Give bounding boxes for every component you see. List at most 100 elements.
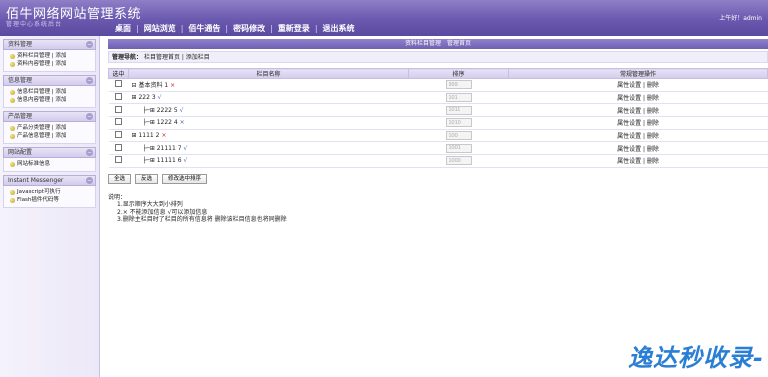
row-checkbox[interactable] — [114, 93, 122, 101]
sort-input[interactable] — [445, 93, 472, 103]
row-ops-cell[interactable]: 属性设置 | 删除 — [508, 103, 768, 118]
category-name[interactable]: 1111 — [138, 132, 153, 139]
sidebar-link[interactable]: Javascript可执行 — [10, 188, 95, 196]
sidebar-link-label[interactable]: 产品信息管理 | 添加 — [17, 132, 66, 140]
table-header-row: 选中 栏目名称 排序 常规管理操作 — [108, 68, 768, 79]
breadcrumb-label: 管理导航： — [112, 54, 143, 61]
sort-input[interactable] — [445, 105, 472, 115]
row-ops-links[interactable]: 属性设置 | 删除 — [617, 108, 659, 115]
main-content: 资料栏目管理 管理首页 管理导航： 栏目管理首页 | 添加栏目 选中 栏目名称 … — [108, 39, 768, 377]
collapse-icon[interactable]: − — [86, 77, 93, 84]
add-permission-mark: √ — [179, 106, 184, 114]
row-checkbox[interactable] — [114, 156, 122, 164]
add-permission-mark: × — [161, 132, 167, 140]
bullet-icon — [10, 133, 15, 139]
row-ops-cell[interactable]: 属性设置 | 删除 — [508, 78, 768, 92]
sidebar-group-body: 网站标准信息 — [3, 158, 96, 172]
category-name[interactable]: 2222 — [157, 107, 172, 114]
sidebar-link[interactable]: Flash插件代码等 — [10, 196, 95, 204]
row-select-cell — [108, 141, 129, 156]
row-ops-links[interactable]: 属性设置 | 删除 — [617, 120, 659, 127]
category-name[interactable]: 11111 — [157, 157, 176, 164]
table-row: ├─⊞ 21111 7 √ 属性设置 | 删除 — [108, 141, 768, 156]
row-ops-cell[interactable]: 属性设置 | 删除 — [508, 116, 768, 130]
sidebar-group-title[interactable]: Instant Messenger − — [3, 175, 96, 186]
row-checkbox[interactable] — [114, 105, 122, 113]
sidebar-link-label[interactable]: Flash插件代码等 — [17, 196, 59, 204]
row-ops-cell[interactable]: 属性设置 | 删除 — [508, 154, 768, 168]
sidebar-link[interactable]: 资料内容管理 | 添加 — [10, 60, 95, 68]
sidebar-link-label[interactable]: 产品分类管理 | 添加 — [17, 124, 66, 132]
sidebar-link[interactable]: 信息栏目管理 | 添加 — [10, 88, 95, 96]
sidebar-group-title[interactable]: 资料管理 − — [3, 39, 96, 50]
item-count: 5 — [173, 106, 178, 114]
sidebar-link[interactable]: 产品分类管理 | 添加 — [10, 124, 95, 132]
sidebar-group-title[interactable]: 网站配置 − — [3, 147, 96, 158]
row-ops-cell[interactable]: 属性设置 | 删除 — [508, 129, 768, 143]
category-name[interactable]: 222 — [138, 94, 149, 101]
sort-input[interactable] — [445, 143, 472, 153]
collapse-icon[interactable]: − — [86, 177, 93, 184]
row-ops-cell[interactable]: 属性设置 | 删除 — [508, 141, 768, 156]
row-name-cell: ├─⊞ 21111 7 √ — [128, 141, 409, 156]
bullet-icon — [10, 97, 15, 103]
row-ops-cell[interactable]: 属性设置 | 删除 — [508, 91, 768, 105]
nav-desktop[interactable]: 桌面 — [110, 23, 136, 34]
row-checkbox[interactable] — [114, 118, 122, 126]
row-checkbox[interactable] — [114, 143, 122, 151]
sort-input[interactable] — [445, 131, 472, 141]
category-name[interactable]: 21111 — [157, 145, 176, 152]
user-greeting: 上午好！admin — [719, 15, 762, 22]
sidebar-link[interactable]: 网站标准信息 — [10, 160, 95, 168]
sidebar-link[interactable]: 产品信息管理 | 添加 — [10, 132, 95, 140]
row-checkbox[interactable] — [114, 80, 122, 88]
sort-input[interactable] — [445, 118, 472, 128]
row-ops-links[interactable]: 属性设置 | 删除 — [617, 95, 659, 102]
top-nav: 桌面 | 网站浏览 | 佰牛通告 | 密码修改 | 重新登录 | 退出系统 — [110, 21, 360, 36]
collapse-icon[interactable]: − — [86, 149, 93, 156]
bullet-icon — [10, 189, 15, 195]
bullet-icon — [10, 161, 15, 167]
row-ops-links[interactable]: 属性设置 | 删除 — [617, 82, 659, 89]
category-name[interactable]: 基本资料 — [138, 82, 162, 89]
row-ops-links[interactable]: 属性设置 | 删除 — [617, 133, 659, 140]
invert-selection-button[interactable]: 反选 — [135, 173, 159, 184]
nav-relogin[interactable]: 重新登录 — [273, 23, 315, 34]
sidebar-link-label[interactable]: 资料栏目管理 | 添加 — [17, 52, 66, 60]
sidebar-link[interactable]: 资料栏目管理 | 添加 — [10, 52, 95, 60]
row-select-cell — [108, 103, 129, 118]
breadcrumb-links[interactable]: 栏目管理首页 | 添加栏目 — [144, 54, 210, 61]
sidebar-link-label[interactable]: Javascript可执行 — [17, 188, 60, 196]
row-checkbox[interactable] — [114, 131, 122, 139]
category-name[interactable]: 1222 — [157, 119, 172, 126]
item-count: 3 — [151, 94, 156, 102]
sidebar-link-label[interactable]: 信息栏目管理 | 添加 — [17, 88, 66, 96]
nav-change-password[interactable]: 密码修改 — [228, 23, 270, 34]
sidebar-group-body: 资料栏目管理 | 添加 资料内容管理 | 添加 — [3, 50, 96, 72]
collapse-icon[interactable]: − — [86, 41, 93, 48]
tree-prefix: ├─⊞ — [142, 144, 155, 152]
row-ops-links[interactable]: 属性设置 | 删除 — [617, 146, 659, 153]
row-name-cell: ⊟ 基本资料 1 × — [128, 78, 409, 92]
collapse-icon[interactable]: − — [86, 113, 93, 120]
sidebar-link-label[interactable]: 信息内容管理 | 添加 — [17, 96, 66, 104]
nav-browse-site[interactable]: 网站浏览 — [139, 23, 181, 34]
sort-input[interactable] — [445, 80, 472, 90]
action-buttons: 全选 反选 修改选中排序 — [108, 173, 768, 184]
row-name-cell: ⊞ 1111 2 × — [128, 129, 409, 143]
sidebar-link[interactable]: 信息内容管理 | 添加 — [10, 96, 95, 104]
nav-logout[interactable]: 退出系统 — [318, 23, 360, 34]
sidebar-group-title[interactable]: 产品管理 − — [3, 111, 96, 122]
nav-notices[interactable]: 佰牛通告 — [183, 23, 225, 34]
row-ops-links[interactable]: 属性设置 | 删除 — [617, 158, 659, 165]
table-row: ⊞ 1111 2 × 属性设置 | 删除 — [108, 129, 768, 143]
select-all-button[interactable]: 全选 — [108, 173, 132, 184]
update-sort-button[interactable]: 修改选中排序 — [162, 173, 208, 184]
notes: 说明： 1.显示顺序大大到小排列 2.× 不能添加信息 √可以添加信息 3.删除… — [108, 194, 768, 224]
sidebar-group-title[interactable]: 信息管理 − — [3, 75, 96, 86]
breadcrumb: 管理导航： 栏目管理首页 | 添加栏目 — [108, 51, 768, 63]
tree-prefix: ⊞ — [131, 132, 137, 140]
sort-input[interactable] — [445, 156, 472, 166]
sidebar-link-label[interactable]: 资料内容管理 | 添加 — [17, 60, 66, 68]
sidebar-link-label[interactable]: 网站标准信息 — [17, 160, 50, 168]
